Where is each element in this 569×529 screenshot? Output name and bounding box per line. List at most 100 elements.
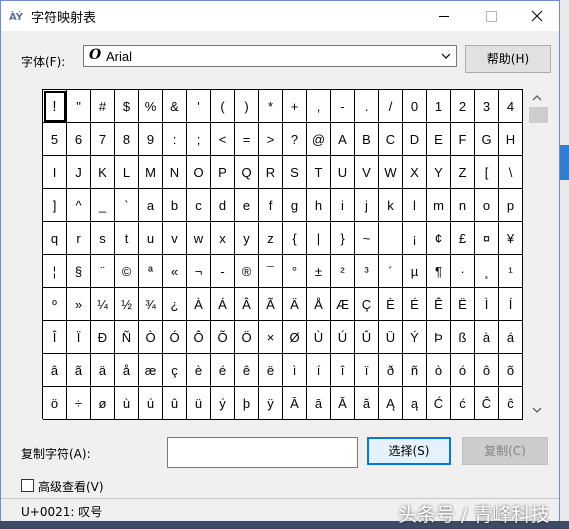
character-cell[interactable]: Ê [427,288,451,321]
character-cell[interactable]: U [331,156,355,189]
character-cell[interactable]: @ [307,123,331,156]
character-cell[interactable]: % [139,90,163,123]
character-cell[interactable]: á [499,321,523,354]
character-cell[interactable]: 9 [139,123,163,156]
character-cell[interactable]: û [163,387,187,420]
character-cell[interactable]: $ [115,90,139,123]
character-cell[interactable]: ò [427,354,451,387]
character-cell[interactable]: ä [91,354,115,387]
character-cell[interactable]: 6 [67,123,91,156]
character-cell[interactable]: î [331,354,355,387]
character-cell[interactable]: P [211,156,235,189]
character-cell[interactable]: ¹ [499,255,523,288]
character-cell[interactable]: r [67,222,91,255]
character-cell[interactable]: ` [115,189,139,222]
character-cell[interactable]: ª [139,255,163,288]
character-cell[interactable]: ø [91,387,115,420]
font-dropdown[interactable]: O Arial [83,45,457,67]
character-cell[interactable]: ç [163,354,187,387]
character-cell[interactable]: [ [475,156,499,189]
character-cell[interactable]: 1 [427,90,451,123]
character-cell[interactable]: x [211,222,235,255]
character-cell[interactable]: Ô [187,321,211,354]
character-cell[interactable]: æ [139,354,163,387]
character-cell[interactable]: 2 [451,90,475,123]
character-cell[interactable] [379,222,403,255]
character-cell[interactable]: < [211,123,235,156]
character-cell[interactable]: Ç [355,288,379,321]
character-cell[interactable]: Î [43,321,67,354]
character-cell[interactable]: ( [211,90,235,123]
character-cell[interactable]: 7 [91,123,115,156]
character-cell[interactable]: h [307,189,331,222]
character-cell[interactable]: º [43,288,67,321]
character-cell[interactable]: p [499,189,523,222]
character-cell[interactable]: q [43,222,67,255]
close-button[interactable] [514,1,560,31]
character-cell[interactable]: ñ [403,354,427,387]
character-cell[interactable]: â [43,354,67,387]
character-cell[interactable]: ù [115,387,139,420]
character-cell[interactable]: ÷ [67,387,91,420]
character-cell[interactable]: ì [283,354,307,387]
character-cell[interactable]: ~ [355,222,379,255]
character-cell[interactable]: Ü [379,321,403,354]
character-cell[interactable]: 8 [115,123,139,156]
character-cell[interactable]: ë [259,354,283,387]
character-cell[interactable]: ³ [355,255,379,288]
advanced-view-checkbox[interactable] [21,479,34,492]
character-cell[interactable]: Û [355,321,379,354]
character-cell[interactable]: ¶ [427,255,451,288]
character-cell[interactable]: m [427,189,451,222]
character-cell[interactable]: | [307,222,331,255]
character-cell[interactable]: ¦ [43,255,67,288]
character-cell[interactable]: ½ [115,288,139,321]
character-cell[interactable]: ¥ [499,222,523,255]
character-cell[interactable]: É [403,288,427,321]
character-cell[interactable]: > [259,123,283,156]
character-cell[interactable]: Í [499,288,523,321]
character-cell[interactable]: H [499,123,523,156]
character-cell[interactable]: Ä [283,288,307,321]
character-cell[interactable]: ¬ [187,255,211,288]
character-cell[interactable]: A [331,123,355,156]
character-cell[interactable]: Ò [139,321,163,354]
character-cell[interactable]: Â [235,288,259,321]
character-cell[interactable]: a [139,189,163,222]
character-cell[interactable]: ï [355,354,379,387]
character-cell[interactable]: ) [235,90,259,123]
character-cell[interactable]: l [403,189,427,222]
character-cell[interactable]: D [403,123,427,156]
character-cell[interactable]: ¤ [475,222,499,255]
maximize-button[interactable] [468,1,514,31]
character-cell[interactable]: \ [499,156,523,189]
character-cell[interactable]: Ă [331,387,355,420]
character-cell[interactable]: Q [235,156,259,189]
character-cell[interactable]: Õ [211,321,235,354]
grid-scrollbar[interactable] [526,89,548,419]
character-cell[interactable]: i [331,189,355,222]
character-cell[interactable]: § [67,255,91,288]
character-cell[interactable]: _ [91,189,115,222]
character-cell[interactable]: Z [451,156,475,189]
character-cell[interactable]: « [163,255,187,288]
character-cell[interactable]: í [307,354,331,387]
character-cell[interactable]: 0 [403,90,427,123]
character-cell[interactable]: Æ [331,288,355,321]
character-cell[interactable]: ĉ [499,387,523,420]
scrollbar-thumb[interactable] [529,107,548,123]
character-cell[interactable]: · [451,255,475,288]
character-cell[interactable]: é [211,354,235,387]
help-button[interactable]: 帮助(H) [465,45,551,73]
character-cell[interactable]: o [475,189,499,222]
character-cell[interactable]: Ì [475,288,499,321]
character-cell[interactable]: Ý [403,321,427,354]
character-cell[interactable]: Å [307,288,331,321]
character-cell[interactable]: ÿ [259,387,283,420]
character-cell[interactable]: Ã [259,288,283,321]
character-cell[interactable]: ² [331,255,355,288]
character-cell[interactable]: e [235,189,259,222]
character-cell[interactable]: Ï [67,321,91,354]
character-cell[interactable]: s [91,222,115,255]
character-cell[interactable]: ° [283,255,307,288]
